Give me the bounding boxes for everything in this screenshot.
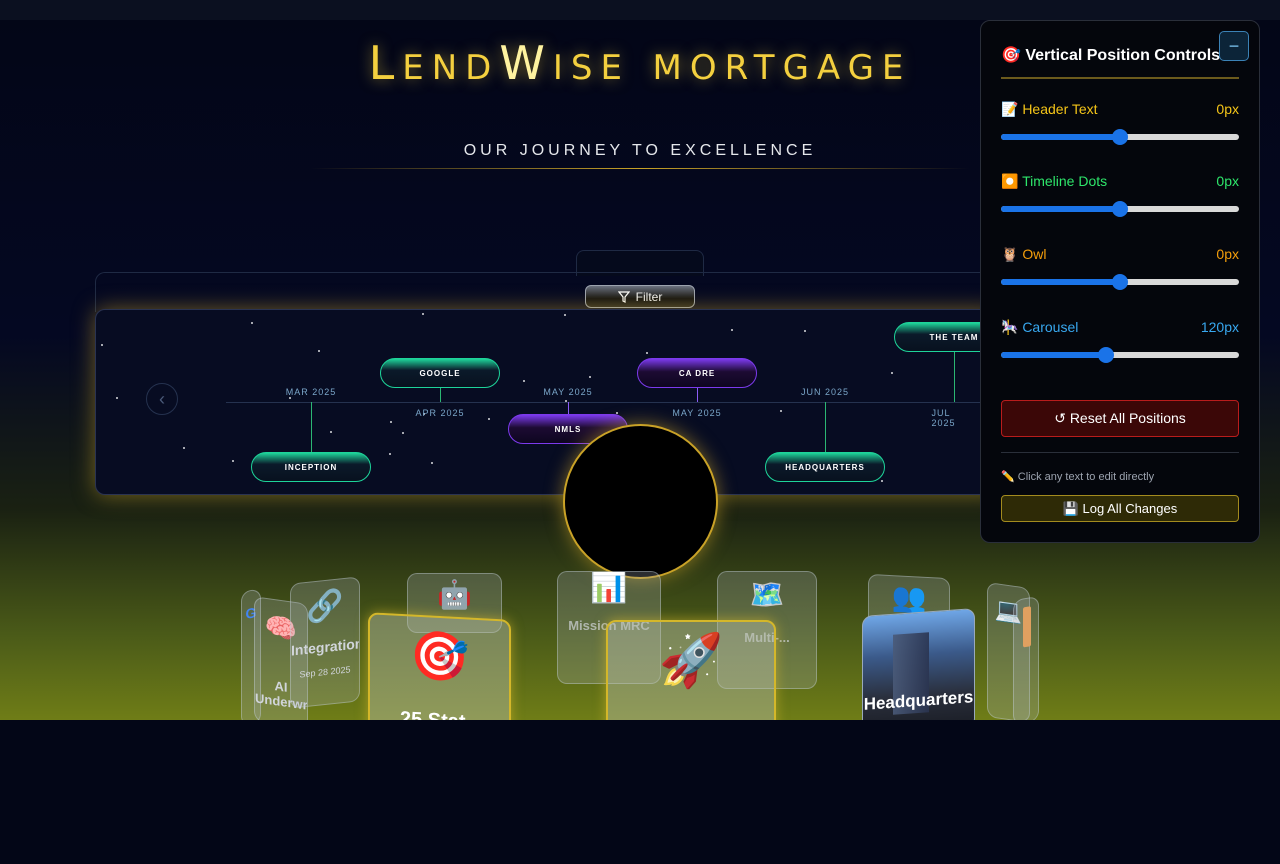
star: [731, 329, 733, 331]
star: [251, 322, 253, 324]
timeline-event-ca-dre[interactable]: CA DRE: [637, 358, 757, 388]
star: [389, 453, 391, 455]
position-slider[interactable]: [1001, 347, 1239, 363]
carousel-card[interactable]: [1013, 595, 1039, 720]
slider-thumb[interactable]: [1112, 129, 1128, 145]
star: [116, 397, 118, 399]
star: [589, 376, 591, 378]
robot-icon: 🤖: [437, 579, 472, 610]
timeline-frame: [95, 272, 1000, 312]
star: [402, 432, 404, 434]
star: [431, 462, 433, 464]
panel-divider: [1001, 77, 1239, 79]
carousel-card-headquarters[interactable]: Headquarters: [862, 608, 975, 720]
map-icon: 🗺️: [749, 579, 785, 610]
timeline-event-inception[interactable]: INCEPTION: [251, 452, 371, 482]
brand-letter-l: L: [368, 36, 403, 90]
timeline-axis: [226, 402, 999, 403]
timeline-connector: [697, 388, 698, 402]
timeline-date: MAR 2025: [285, 387, 337, 397]
control-label: 🦉 Owl: [1001, 246, 1047, 262]
star: [101, 344, 103, 346]
slider-fill: [1001, 134, 1120, 140]
edit-hint: ✏️ Click any text to edit directly: [1001, 471, 1155, 483]
page-footer-area: [0, 720, 1280, 864]
position-slider[interactable]: [1001, 129, 1239, 145]
star: [564, 314, 566, 316]
panel-title: 🎯 Vertical Position Controls: [1001, 47, 1221, 64]
brand-letters-end: END: [402, 48, 500, 88]
log-changes-button[interactable]: 💾 Log All Changes: [1001, 495, 1239, 522]
slider-thumb[interactable]: [1112, 274, 1128, 290]
card-title: 25 Stat...: [370, 706, 509, 720]
control-value: 0px: [1216, 246, 1239, 262]
star: [318, 350, 320, 352]
control-label: 🎠 Carousel: [1001, 319, 1079, 335]
position-slider[interactable]: [1001, 274, 1239, 290]
timeline-prev-button[interactable]: ‹: [146, 383, 178, 415]
target-icon: 🎯: [409, 629, 470, 686]
control-value: 0px: [1216, 101, 1239, 117]
control-label: ⏺️ Timeline Dots: [1001, 173, 1108, 189]
filter-button[interactable]: Filter: [585, 285, 695, 308]
star: [804, 330, 806, 332]
timeline-date: JUL 2025: [931, 408, 956, 428]
filter-icon: [617, 290, 630, 303]
timeline-connector: [440, 388, 441, 402]
tagline-divider: [310, 168, 970, 169]
star: [780, 410, 782, 412]
timeline-date: MAY 2025: [543, 387, 593, 397]
card-title: Integrations: [291, 634, 360, 659]
star: [488, 418, 490, 420]
star: [390, 421, 392, 423]
chevron-left-icon: ‹: [159, 388, 165, 409]
control-value: 120px: [1200, 319, 1239, 335]
carousel-card-active[interactable]: 🚀: [606, 620, 776, 720]
owl-orb[interactable]: [563, 424, 718, 579]
carousel-card[interactable]: 🔗 Integrations Sep 28 2025: [290, 576, 360, 709]
chart-icon: 📊: [590, 571, 628, 604]
slider-fill: [1001, 352, 1106, 358]
star: [891, 372, 893, 374]
card-title: Headquarters: [863, 687, 974, 714]
slider-thumb[interactable]: [1097, 347, 1114, 363]
timeline-date: MAY 2025: [672, 408, 722, 418]
top-bar: [0, 0, 1280, 20]
star: [646, 352, 648, 354]
slider-fill: [1001, 279, 1120, 285]
reset-positions-button[interactable]: ↺ Reset All Positions: [1001, 400, 1239, 437]
timeline-connector: [825, 402, 826, 452]
star: [330, 431, 332, 433]
position-slider[interactable]: [1001, 201, 1239, 217]
timeline-date: JUN 2025: [800, 387, 850, 397]
timeline: ‹ MAR 2025 APR 2025 MAY 2025 MAY 2025 JU…: [95, 309, 1000, 495]
panel-divider: [1001, 452, 1239, 453]
slider-thumb[interactable]: [1112, 201, 1128, 217]
star: [289, 397, 291, 399]
control-label: 📝 Header Text: [1001, 101, 1098, 117]
timeline-event-google[interactable]: GOOGLE: [380, 358, 500, 388]
brand-letter-w: W: [499, 36, 553, 90]
control-value: 0px: [1216, 173, 1239, 189]
star: [881, 480, 883, 482]
position-controls-panel: 🎯 Vertical Position Controls − 📝 Header …: [980, 20, 1260, 543]
scroll-icon: [1023, 606, 1031, 648]
star: [232, 460, 234, 462]
rocket-icon: 🚀: [658, 632, 724, 690]
link-icon: 🔗: [306, 588, 344, 625]
timeline-event-headquarters[interactable]: HEADQUARTERS: [765, 452, 885, 482]
minimize-button[interactable]: −: [1219, 31, 1249, 61]
star: [422, 313, 424, 315]
filter-label: Filter: [635, 289, 663, 304]
card-date: Sep 28 2025: [299, 664, 351, 680]
brand-letters-ise: ISE: [552, 48, 630, 88]
timeline-connector: [954, 352, 955, 402]
star: [523, 380, 525, 382]
carousel-card[interactable]: 🎯 25 Stat...: [368, 612, 511, 720]
timeline-date: APR 2025: [415, 408, 465, 418]
star: [183, 447, 185, 449]
timeline-connector: [311, 402, 312, 452]
slider-fill: [1001, 206, 1120, 212]
brand-word-mortgage: MORTGAGE: [652, 48, 912, 88]
